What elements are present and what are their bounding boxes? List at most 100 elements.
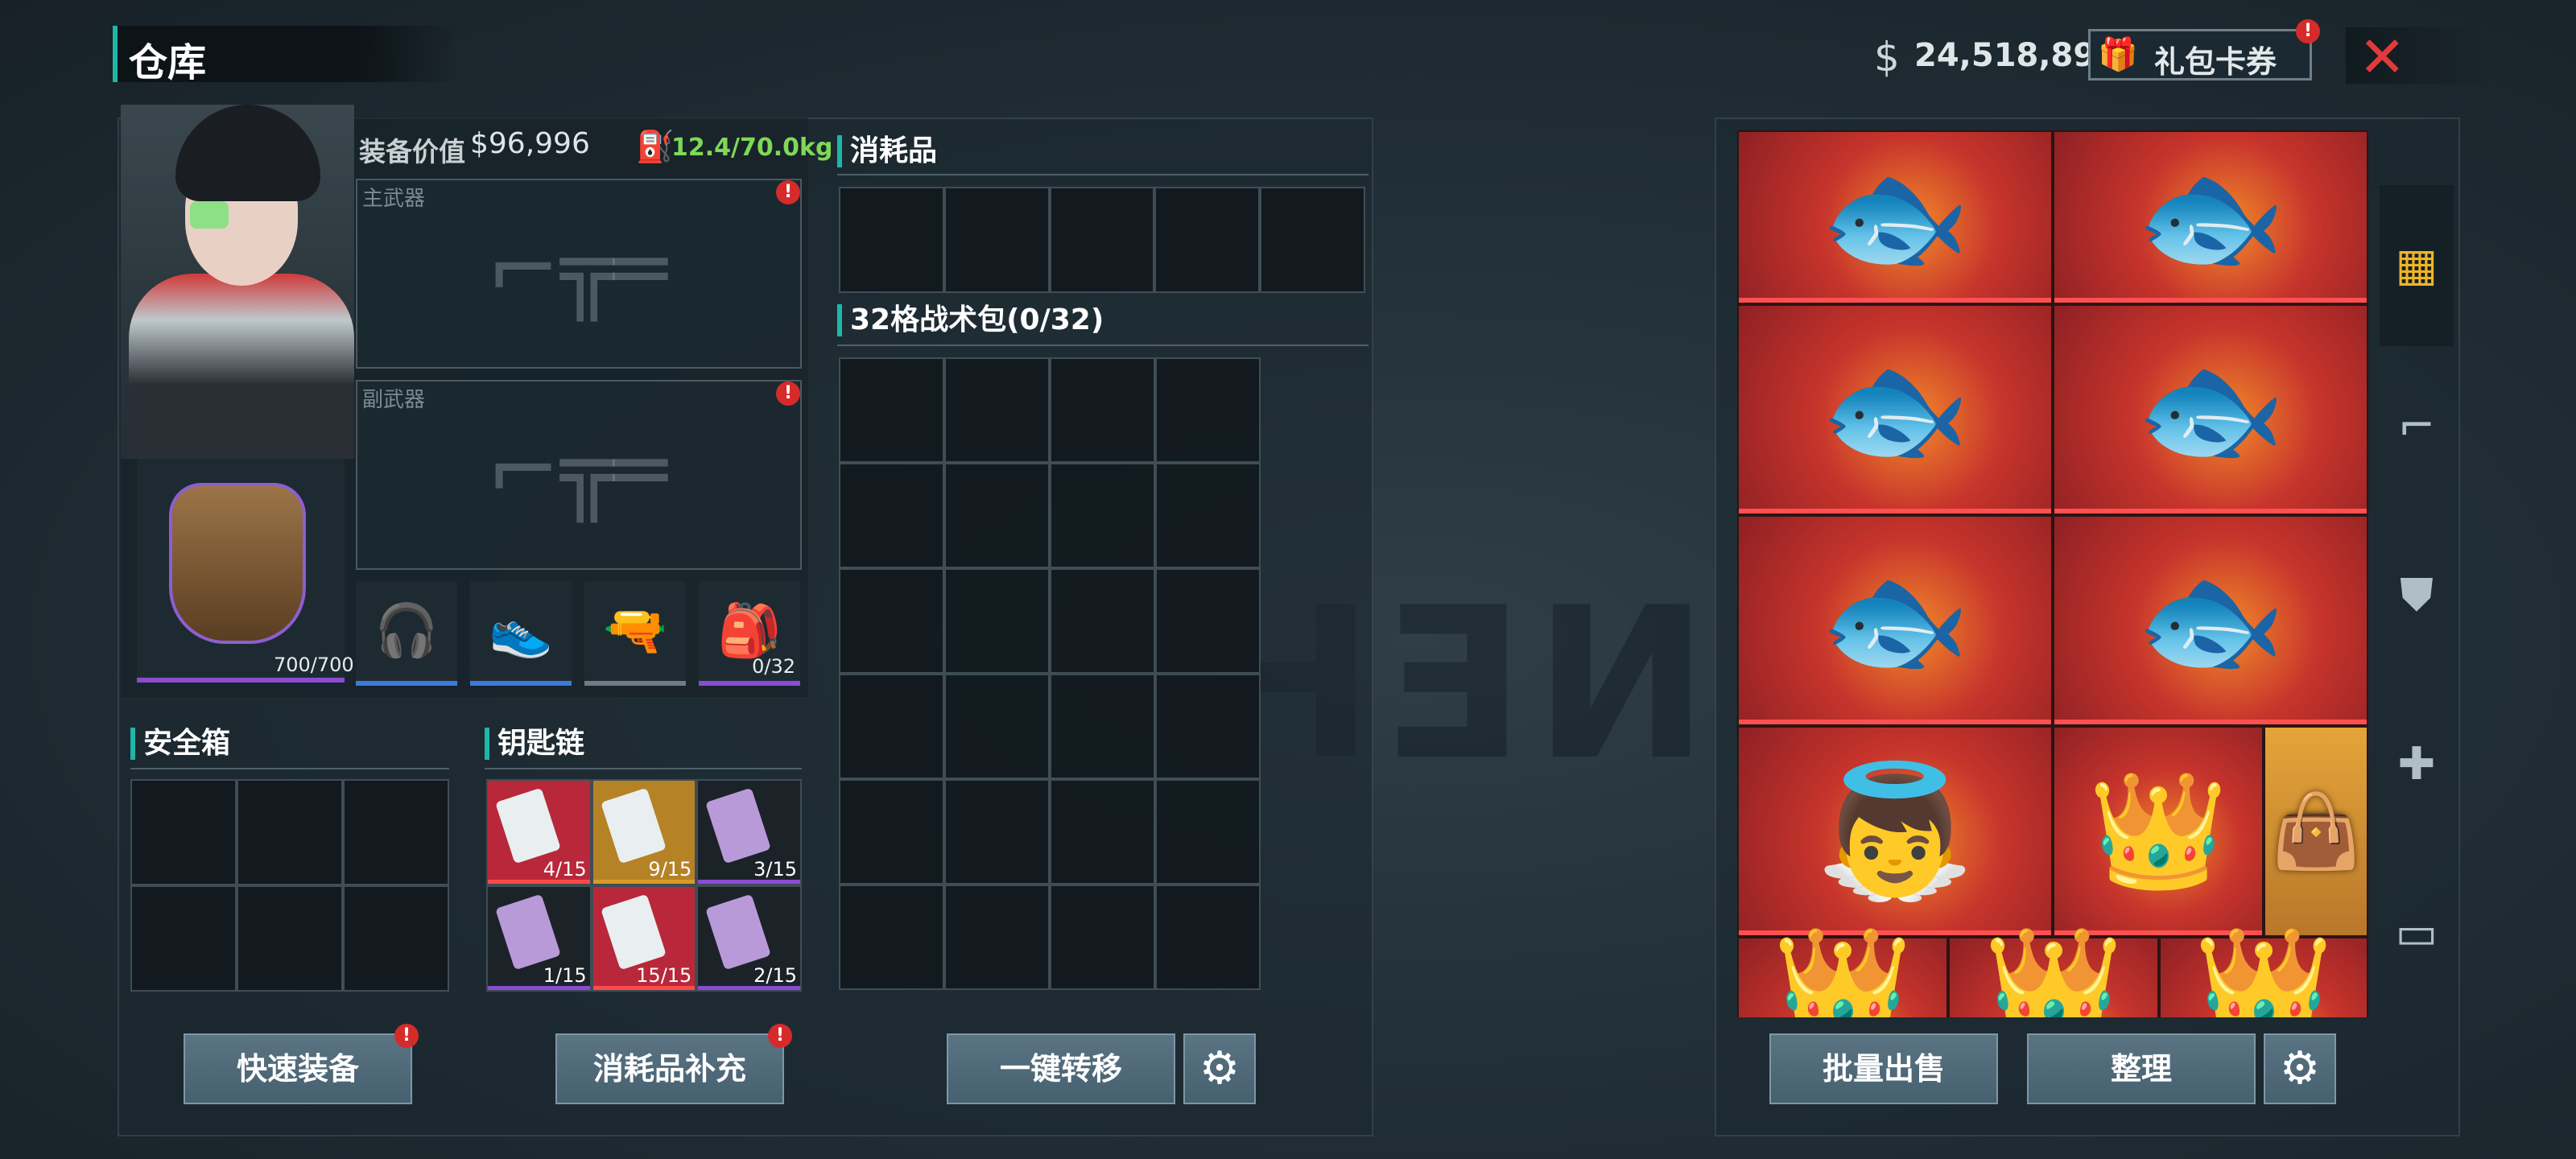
keycard-count: 4/15 bbox=[543, 858, 587, 881]
storage-item[interactable]: 🐟 bbox=[2053, 130, 2368, 304]
currency-icon: $ bbox=[1874, 34, 1900, 80]
pistol-icon: 🔫 bbox=[603, 601, 667, 661]
portrait-body bbox=[129, 274, 354, 459]
primary-weapon-label: 主武器 bbox=[362, 187, 426, 211]
armor-icon: ⛊ bbox=[2400, 569, 2434, 621]
golden-fish-icon: 🐟 bbox=[1819, 551, 1971, 691]
keycard-slot[interactable]: 1/15 bbox=[486, 885, 592, 992]
keycard-icon bbox=[600, 893, 667, 971]
backpack-slot[interactable]: 🎒 0/32 bbox=[699, 581, 800, 686]
tab-weapons[interactable]: ⌐ bbox=[2380, 346, 2454, 507]
pistol-icon: ⌐ bbox=[2397, 400, 2436, 452]
gear-icon: ⚙ bbox=[2279, 1042, 2321, 1095]
keycard-slot[interactable]: 4/15 bbox=[486, 779, 592, 885]
storage-item[interactable]: 🐟 bbox=[2053, 515, 2368, 726]
medkit-icon: ✚ bbox=[2397, 738, 2436, 790]
keycard-count: 2/15 bbox=[753, 964, 797, 987]
golden-fish-icon: 🐟 bbox=[2135, 147, 2286, 287]
storage-item[interactable]: 👑 bbox=[1948, 921, 2159, 1017]
storage-item[interactable]: 👑 bbox=[2159, 921, 2368, 1017]
safe-box-title: 安全箱 bbox=[130, 728, 230, 760]
storage-item[interactable]: 👑 bbox=[1737, 921, 1948, 1017]
tab-misc[interactable]: ▭ bbox=[2380, 853, 2454, 1014]
section-divider bbox=[837, 174, 1368, 175]
batch-sell-button[interactable]: 批量出售 bbox=[1769, 1033, 1998, 1104]
boots-icon: 👟 bbox=[489, 601, 553, 661]
keycard-slot[interactable]: 15/15 bbox=[591, 885, 697, 992]
tactical-pack-grid[interactable] bbox=[839, 357, 1261, 1017]
storage-item[interactable]: 🐟 bbox=[1737, 515, 2053, 726]
keycard-icon bbox=[705, 787, 772, 864]
page-title: 仓库 bbox=[129, 40, 207, 85]
organize-button[interactable]: 整理 bbox=[2027, 1033, 2256, 1104]
storage-item[interactable]: 👜 bbox=[2264, 726, 2368, 937]
equip-value-label: 装备价值 bbox=[359, 136, 465, 167]
tactical-pack-title: 32格战术包(0/32) bbox=[837, 304, 1104, 336]
safe-box-grid[interactable] bbox=[130, 779, 449, 992]
keycard-icon bbox=[495, 893, 561, 971]
alert-badge: ! bbox=[2296, 19, 2320, 43]
tab-medical[interactable]: ✚ bbox=[2380, 684, 2454, 845]
keycard-slot[interactable]: 9/15 bbox=[591, 779, 697, 885]
storage-item[interactable]: 🐟 bbox=[2053, 304, 2368, 515]
transfer-settings-button[interactable]: ⚙ bbox=[1183, 1033, 1256, 1104]
keycard-icon bbox=[600, 787, 667, 864]
backpack-capacity: 0/32 bbox=[752, 655, 795, 678]
tab-all[interactable]: ▦ bbox=[2380, 185, 2454, 346]
close-icon[interactable]: ✕ bbox=[2359, 24, 2406, 90]
section-divider bbox=[130, 768, 449, 769]
armor-vest-icon bbox=[169, 483, 306, 644]
portrait-visor bbox=[190, 201, 229, 229]
keycard-count: 15/15 bbox=[636, 964, 692, 987]
gear-icon: ⚙ bbox=[1199, 1042, 1241, 1095]
alert-badge: ! bbox=[776, 180, 800, 204]
headset-icon: 🎧 bbox=[374, 601, 439, 661]
rifle-silhouette-icon: ⌐╦═ bbox=[486, 419, 667, 522]
weight-value: 12.4/70.0kg bbox=[671, 134, 833, 162]
replenish-consumables-button[interactable]: 消耗品补充 bbox=[555, 1033, 784, 1104]
keycard-count: 3/15 bbox=[753, 858, 797, 881]
golden-fish-icon: 🐟 bbox=[2135, 340, 2286, 480]
alert-badge: ! bbox=[394, 1024, 419, 1048]
quick-equip-button[interactable]: 快速装备 bbox=[184, 1033, 412, 1104]
keychain-grid[interactable]: 4/15 9/15 3/15 1/15 15/15 2/15 bbox=[486, 779, 802, 992]
keycard-count: 9/15 bbox=[648, 858, 692, 881]
golden-crown-icon: 👑 bbox=[1983, 921, 2124, 1017]
equip-value: $96,996 bbox=[470, 127, 590, 160]
storage-grid[interactable]: 🐟 🐟 🐟 🐟 🐟 🐟 👼 👑 👜 👑 👑 👑 bbox=[1737, 130, 2368, 1017]
secondary-weapon-label: 副武器 bbox=[362, 388, 426, 412]
consumables-grid[interactable] bbox=[839, 187, 1365, 293]
storage-item[interactable]: 👑 bbox=[2053, 726, 2264, 937]
alert-badge: ! bbox=[776, 382, 800, 406]
consumables-title: 消耗品 bbox=[837, 135, 937, 167]
keycard-slot[interactable]: 2/15 bbox=[696, 885, 802, 992]
storage-item[interactable]: 🐟 bbox=[1737, 304, 2053, 515]
golden-fish-icon: 🐟 bbox=[1819, 340, 1971, 480]
gift-icon: 🎁 bbox=[2098, 36, 2138, 73]
storage-category-tabs: ▦ ⌐ ⛊ ✚ ▭ bbox=[2380, 185, 2454, 1006]
pistol-slot[interactable]: 🔫 bbox=[584, 581, 686, 686]
keycard-count: 1/15 bbox=[543, 964, 587, 987]
black-bag-icon: 👜 bbox=[2270, 789, 2362, 874]
backpack-icon: 🎒 bbox=[717, 601, 782, 661]
box-icon: ▭ bbox=[2395, 907, 2438, 959]
keycard-icon bbox=[705, 893, 772, 971]
rifle-silhouette-icon: ⌐╦═ bbox=[486, 217, 667, 320]
golden-statue-icon: 👼 bbox=[1814, 755, 1975, 906]
storage-item[interactable]: 🐟 bbox=[1737, 130, 2053, 304]
grid-icon: ▦ bbox=[2395, 239, 2438, 291]
keycard-icon bbox=[495, 787, 561, 864]
golden-crown-icon: 👑 bbox=[1772, 921, 1913, 1017]
tab-armor[interactable]: ⛊ bbox=[2380, 515, 2454, 676]
golden-crown-icon: 👑 bbox=[2087, 765, 2229, 897]
boots-slot[interactable]: 👟 bbox=[470, 581, 572, 686]
alert-badge: ! bbox=[768, 1024, 792, 1048]
storage-item[interactable]: 👼 bbox=[1737, 726, 2053, 937]
keycard-slot[interactable]: 3/15 bbox=[696, 779, 802, 885]
storage-settings-button[interactable]: ⚙ bbox=[2264, 1033, 2336, 1104]
section-divider bbox=[485, 768, 802, 769]
one-click-transfer-button[interactable]: 一键转移 bbox=[947, 1033, 1175, 1104]
keychain-title: 钥匙链 bbox=[485, 728, 584, 760]
gift-voucher-label: 礼包卡券 bbox=[2154, 44, 2277, 80]
headset-slot[interactable]: 🎧 bbox=[356, 581, 457, 686]
